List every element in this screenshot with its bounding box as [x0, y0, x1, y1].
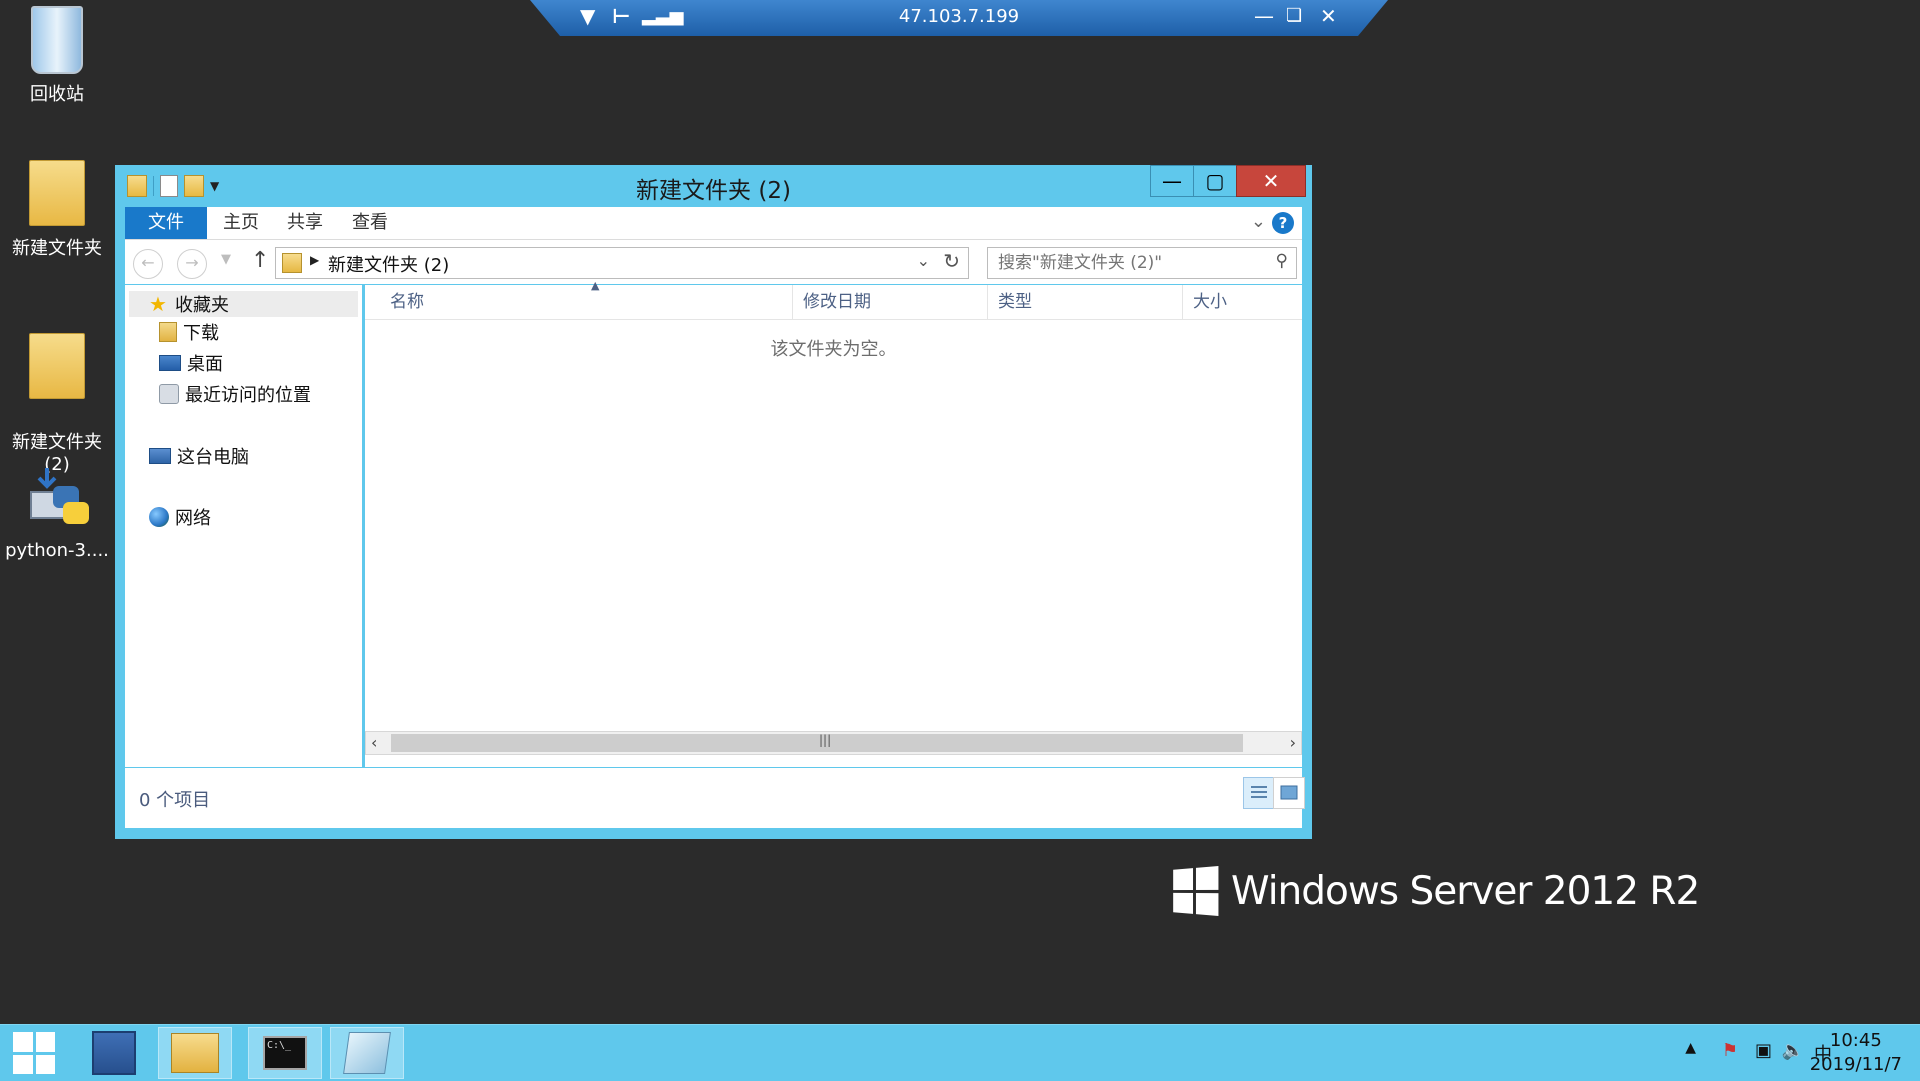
minimize-button[interactable]: —: [1150, 165, 1194, 197]
column-header-name[interactable]: 名称: [365, 285, 792, 319]
volume-muted-icon[interactable]: 🔈: [1782, 1040, 1804, 1061]
back-button[interactable]: ←: [133, 249, 163, 279]
ribbon-tabs: 文件 主页 共享 查看 ⌄ ?: [125, 207, 1302, 240]
tab-share[interactable]: 共享: [287, 207, 323, 239]
status-bar: 0 个项目: [125, 768, 1305, 828]
clock-time: 10:45: [1829, 1030, 1882, 1051]
explorer-window: ▼ 新建文件夹 (2) — ▢ ✕ 文件 主页 共享 查看 ⌄ ? ← → ▼ …: [115, 165, 1312, 839]
sidebar-item-favorites[interactable]: ★ 收藏夹: [129, 291, 358, 317]
windows-logo-icon: [1173, 866, 1219, 916]
details-view-button[interactable]: [1243, 777, 1275, 809]
desktop-icon-label: 回收站: [30, 84, 84, 105]
sidebar-item-label: 下载: [183, 323, 219, 344]
breadcrumb-chevron-icon[interactable]: ▶: [310, 253, 319, 267]
folder-icon: [282, 253, 302, 273]
item-count: 0 个项目: [139, 790, 211, 811]
network-icon: [149, 507, 169, 527]
star-icon: ★: [149, 292, 167, 316]
taskbar-notepad[interactable]: [330, 1027, 404, 1079]
recent-places-icon: [159, 384, 179, 404]
maximize-button[interactable]: ▢: [1193, 165, 1237, 197]
column-header-type[interactable]: 类型: [987, 285, 1182, 319]
file-explorer-icon: [171, 1033, 219, 1073]
details-view-icon: [1251, 786, 1267, 798]
downloads-folder-icon: [159, 322, 177, 342]
refresh-icon[interactable]: ↻: [943, 249, 960, 273]
help-icon[interactable]: ?: [1272, 212, 1294, 234]
up-button[interactable]: ↑: [251, 248, 269, 273]
grip-icon: |||: [819, 733, 832, 747]
desktop-icon-python-installer[interactable]: python-3....: [0, 466, 114, 561]
column-headers: ▲ 名称 修改日期 类型 大小: [365, 279, 1302, 320]
server-manager-icon: [92, 1031, 136, 1075]
taskbar: C:\_ ▲ ⚑ ▣ 🔈 中 10:45 2019/11/7: [0, 1024, 1920, 1081]
window-title: 新建文件夹 (2): [636, 178, 791, 204]
large-icons-view-icon: [1280, 785, 1298, 800]
search-icon[interactable]: ⚲: [1276, 251, 1288, 271]
address-bar[interactable]: ▶ 新建文件夹 (2) ⌄ ↻: [275, 247, 969, 279]
show-hidden-icons-button[interactable]: ▲: [1685, 1040, 1696, 1056]
search-box[interactable]: ⚲: [987, 247, 1297, 279]
notepad-icon: [343, 1032, 391, 1074]
desktop-icon-label: 新建文件夹: [12, 238, 102, 259]
taskbar-command-prompt[interactable]: C:\_: [248, 1027, 322, 1079]
rdp-close-button[interactable]: ✕: [1320, 4, 1337, 28]
breadcrumb-current[interactable]: 新建文件夹 (2): [328, 251, 449, 277]
taskbar-server-manager[interactable]: [80, 1027, 148, 1079]
computer-icon: [149, 448, 171, 464]
scroll-right-icon[interactable]: ›: [1290, 733, 1296, 752]
python-installer-icon: [30, 468, 89, 524]
tab-home[interactable]: 主页: [223, 207, 259, 239]
rdp-restore-button[interactable]: ❏: [1286, 4, 1302, 28]
column-header-date-modified[interactable]: 修改日期: [792, 285, 987, 319]
close-button[interactable]: ✕: [1236, 165, 1306, 197]
horizontal-scrollbar[interactable]: ‹ ||| ›: [365, 731, 1302, 755]
folder-icon: [29, 333, 85, 399]
sidebar-item-label: 最近访问的位置: [185, 385, 311, 406]
sidebar-item-this-pc[interactable]: 这台电脑: [149, 443, 249, 469]
recent-locations-chevron-icon[interactable]: ▼: [221, 252, 231, 267]
recycle-bin-icon: [31, 6, 83, 74]
search-input[interactable]: [996, 252, 1260, 274]
os-branding-text: Windows Server 2012 R2: [1231, 868, 1700, 914]
rdp-connection-bar: ▼ ⊢ ▂▃▅ 47.103.7.199 — ❏ ✕: [530, 0, 1388, 36]
forward-button[interactable]: →: [177, 249, 207, 279]
rdp-minimize-button[interactable]: —: [1254, 4, 1274, 28]
sidebar-item-label: 收藏夹: [175, 295, 229, 316]
folder-icon: [29, 160, 85, 226]
os-branding: Windows Server 2012 R2: [1171, 866, 1700, 916]
sidebar-item-downloads[interactable]: 下载: [159, 319, 219, 345]
address-history-chevron-icon[interactable]: ⌄: [917, 251, 930, 270]
desktop-icon-label: python-3....: [5, 540, 109, 561]
tab-view[interactable]: 查看: [352, 207, 388, 239]
network-status-icon[interactable]: ▣: [1755, 1040, 1772, 1061]
file-list[interactable]: ▲ 名称 修改日期 类型 大小 该文件夹为空。 ‹ ||| ›: [365, 279, 1302, 767]
navigation-bar: ← → ▼ ↑ ▶ 新建文件夹 (2) ⌄ ↻ ⚲: [125, 240, 1302, 284]
taskbar-file-explorer[interactable]: [158, 1027, 232, 1079]
sidebar-item-label: 网络: [175, 508, 211, 529]
command-prompt-icon: C:\_: [263, 1036, 307, 1070]
action-center-flag-icon[interactable]: ⚑: [1722, 1040, 1738, 1061]
navigation-pane: ★ 收藏夹 下载 桌面 最近访问的位置 这台电脑 网络: [125, 285, 362, 767]
sidebar-item-desktop[interactable]: 桌面: [159, 350, 223, 376]
taskbar-clock[interactable]: 10:45 2019/11/7: [1810, 1029, 1902, 1077]
title-bar[interactable]: ▼ 新建文件夹 (2) — ▢ ✕: [115, 165, 1312, 205]
desktop-icon-new-folder[interactable]: 新建文件夹: [0, 160, 114, 260]
sidebar-item-label: 这台电脑: [177, 447, 249, 468]
desktop-icon: [159, 355, 181, 371]
sidebar-item-recent-places[interactable]: 最近访问的位置: [159, 381, 311, 407]
sidebar-item-network[interactable]: 网络: [149, 504, 211, 530]
scrollbar-thumb[interactable]: |||: [391, 733, 1243, 752]
windows-logo-icon: [13, 1032, 55, 1074]
desktop-icon-recycle-bin[interactable]: 回收站: [0, 6, 114, 106]
expand-ribbon-chevron-icon[interactable]: ⌄: [1251, 211, 1266, 232]
column-header-size[interactable]: 大小: [1182, 285, 1302, 319]
large-icons-view-button[interactable]: [1273, 777, 1305, 809]
sidebar-item-label: 桌面: [187, 354, 223, 375]
clock-date: 2019/11/7: [1809, 1054, 1902, 1075]
start-button[interactable]: [6, 1027, 62, 1079]
empty-folder-message: 该文件夹为空。: [770, 339, 897, 360]
scroll-left-icon[interactable]: ‹: [371, 733, 377, 752]
tab-file[interactable]: 文件: [125, 207, 207, 239]
